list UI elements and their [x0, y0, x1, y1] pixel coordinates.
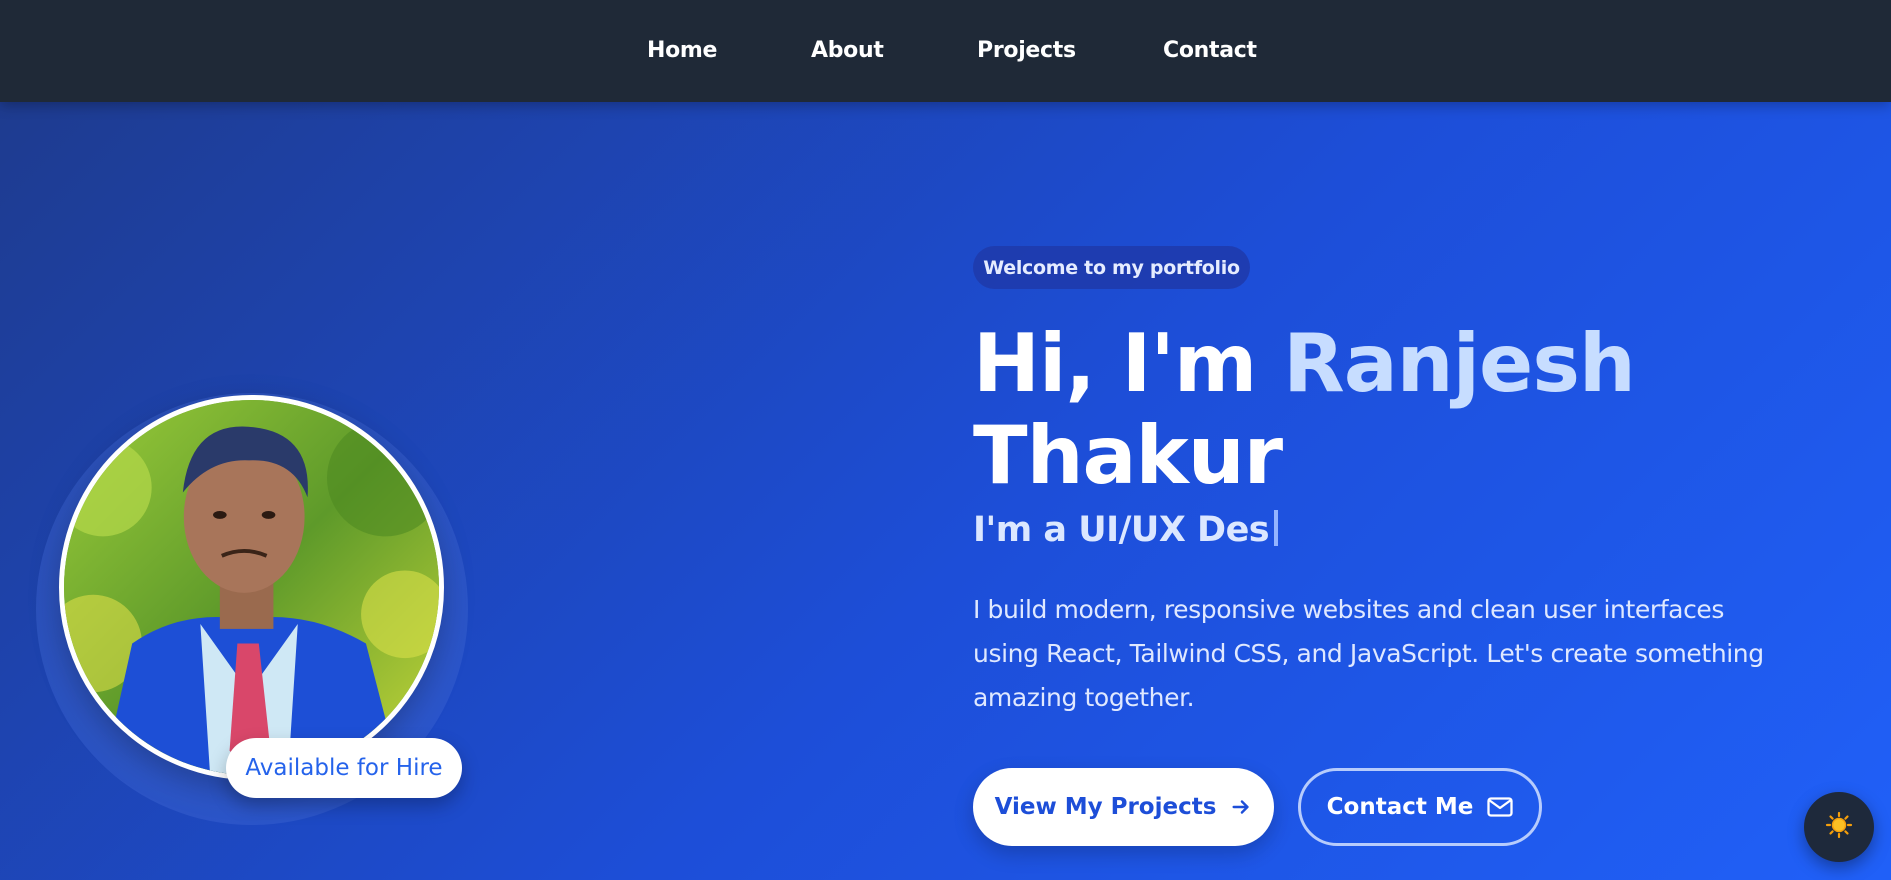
view-projects-button[interactable]: View My Projects — [973, 768, 1274, 846]
hero-greeting: Hi, I'm — [973, 317, 1257, 410]
sun-icon — [1825, 811, 1853, 843]
typed-role-line: I'm a UI/UX Des — [973, 510, 1279, 550]
view-projects-label: View My Projects — [994, 794, 1217, 820]
arrow-right-icon — [1230, 796, 1252, 818]
mail-icon — [1487, 796, 1513, 818]
profile-photo — [59, 395, 444, 780]
theme-toggle-button[interactable] — [1804, 792, 1874, 862]
welcome-badge: Welcome to my portfolio — [973, 246, 1250, 289]
top-navbar: Home About Projects Contact — [0, 0, 1891, 102]
hero-first-name: Ranjesh — [1283, 317, 1636, 410]
nav-link-contact[interactable]: Contact — [1163, 38, 1257, 63]
typed-role-text: I'm a UI/UX Des — [973, 510, 1270, 550]
hero-last-name: Thakur — [973, 409, 1283, 502]
contact-me-button[interactable]: Contact Me — [1298, 768, 1542, 846]
hero-title: Hi, I'm Ranjesh Thakur — [973, 317, 1636, 502]
available-for-hire-badge: Available for Hire — [226, 738, 462, 798]
contact-me-label: Contact Me — [1326, 794, 1474, 820]
hero-description: I build modern, responsive websites and … — [973, 595, 1764, 712]
nav-link-about[interactable]: About — [811, 38, 884, 63]
nav-link-home[interactable]: Home — [647, 38, 717, 63]
typing-caret — [1274, 510, 1279, 546]
nav-link-projects[interactable]: Projects — [977, 38, 1076, 63]
